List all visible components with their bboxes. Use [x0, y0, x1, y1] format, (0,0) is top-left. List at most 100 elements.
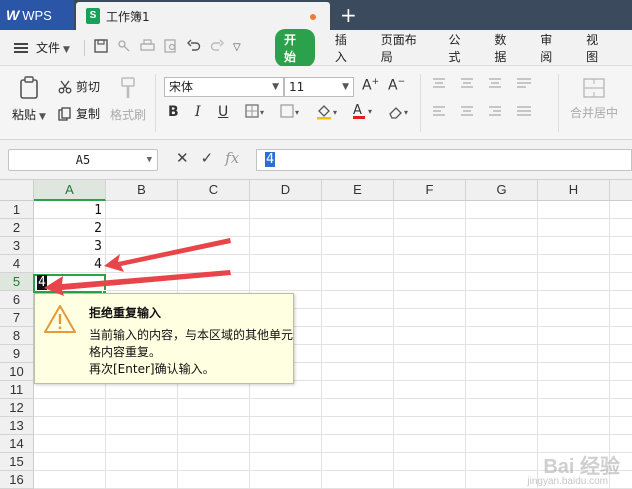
row-gridline — [34, 290, 632, 291]
hamburger-menu-icon[interactable] — [14, 42, 28, 53]
cut-button[interactable]: 剪切 — [58, 78, 100, 95]
row-header-11[interactable]: 11 — [0, 381, 34, 399]
print-icon[interactable] — [140, 38, 155, 57]
wps-home-tab[interactable]: W WPS — [0, 0, 74, 30]
font-name-select[interactable]: 宋体 ▼ — [164, 77, 284, 97]
svg-text:▾: ▾ — [404, 108, 408, 117]
row-header-10[interactable]: 10 — [0, 363, 34, 381]
align-left-icon[interactable] — [432, 106, 446, 122]
select-all-corner[interactable] — [0, 180, 34, 201]
underline-icon[interactable]: U — [218, 104, 228, 120]
format-painter-button[interactable]: 格式刷 — [110, 76, 146, 123]
customize-toolbar-icon[interactable]: ▽ — [233, 42, 241, 53]
cell-a4[interactable]: 4 — [34, 257, 105, 272]
active-cell-a5[interactable]: 4 — [33, 274, 106, 293]
print-preview-icon[interactable] — [164, 38, 178, 57]
cell-a1[interactable]: 1 — [34, 203, 105, 218]
spreadsheet-grid[interactable]: A B C D E F G H 1 2 3 4 5 6 7 8 9 10 11 12 13 14 15 16 1… — [0, 180, 632, 489]
ribbon-tabs: 开始 插入 页面布局 公式 数据 审阅 视图 — [275, 29, 632, 67]
column-header-g[interactable]: G — [466, 180, 538, 201]
cancel-icon[interactable]: ✕ — [176, 149, 189, 167]
align-bottom-icon[interactable] — [488, 78, 502, 94]
check-icon[interactable]: ✓ — [201, 149, 214, 167]
row-header-12[interactable]: 12 — [0, 399, 34, 417]
tab-formulas[interactable]: 公式 — [448, 31, 470, 65]
fill-color-icon[interactable]: ▾ — [280, 104, 302, 122]
row-gridline — [34, 236, 632, 237]
row-header-7[interactable]: 7 — [0, 309, 34, 327]
increase-font-size-icon[interactable]: A+ — [362, 77, 379, 94]
justify-icon[interactable] — [516, 106, 532, 122]
row-gridline — [34, 434, 632, 435]
svg-text:A: A — [353, 103, 362, 118]
cell-a3[interactable]: 3 — [34, 239, 105, 254]
column-header-f[interactable]: F — [394, 180, 466, 201]
column-header-b[interactable]: B — [106, 180, 178, 201]
italic-icon[interactable]: I — [195, 104, 201, 120]
copy-button[interactable]: 复制 — [58, 105, 100, 122]
column-gridline — [321, 201, 322, 489]
tooltip-message: 当前输入的内容，与本区域的其他单元 格内容重复。 再次[Enter]确认输入。 — [89, 327, 293, 378]
formula-bar: A5 ▼ ✕ ✓ fx 4 — [0, 140, 632, 180]
row-header-6[interactable]: 6 — [0, 291, 34, 309]
paint-bucket-icon[interactable]: ▾ — [316, 104, 340, 124]
font-color-icon[interactable]: A ▾ — [352, 102, 376, 124]
eraser-icon[interactable]: ▾ — [388, 104, 412, 124]
file-menu[interactable]: 文件 ▼ — [36, 39, 70, 56]
align-top-icon[interactable] — [432, 78, 446, 94]
column-header-d[interactable]: D — [250, 180, 322, 201]
row-header-5[interactable]: 5 — [0, 273, 34, 291]
column-header-e[interactable]: E — [322, 180, 394, 201]
align-right-icon[interactable] — [488, 106, 502, 122]
column-gridline — [393, 201, 394, 489]
tab-insert[interactable]: 插入 — [335, 31, 357, 65]
font-size-value: 11 — [289, 80, 305, 94]
row-gridline — [34, 218, 632, 219]
column-header-a[interactable]: A — [34, 180, 106, 201]
border-icon[interactable]: ▾ — [245, 104, 267, 122]
row-header-4[interactable]: 4 — [0, 255, 34, 273]
row-header-3[interactable]: 3 — [0, 237, 34, 255]
add-tab-button[interactable]: + — [340, 4, 357, 26]
row-header-15[interactable]: 15 — [0, 453, 34, 471]
column-gridline — [609, 201, 610, 489]
tab-page-layout[interactable]: 页面布局 — [381, 31, 425, 65]
cell-a2[interactable]: 2 — [34, 221, 105, 236]
wrap-text-icon[interactable] — [516, 78, 532, 94]
align-center-icon[interactable] — [460, 106, 474, 122]
export-icon[interactable] — [117, 39, 131, 57]
font-size-select[interactable]: 11 ▼ — [284, 77, 354, 97]
decrease-font-size-icon[interactable]: A− — [388, 77, 405, 94]
row-header-16[interactable]: 16 — [0, 471, 34, 489]
paste-button[interactable]: 粘贴 ▼ — [12, 76, 46, 123]
row-header-13[interactable]: 13 — [0, 417, 34, 435]
column-header-h[interactable]: H — [538, 180, 610, 201]
column-header-c[interactable]: C — [178, 180, 250, 201]
document-tab[interactable]: S 工作簿1 — [76, 2, 330, 30]
redo-icon[interactable] — [210, 39, 224, 57]
column-header-next[interactable] — [610, 180, 632, 201]
row-header-1[interactable]: 1 — [0, 201, 34, 219]
tab-home[interactable]: 开始 — [275, 29, 315, 67]
name-box[interactable]: A5 ▼ — [8, 149, 158, 171]
row-gridline — [34, 416, 632, 417]
undo-icon[interactable] — [186, 39, 201, 57]
chevron-down-icon: ▼ — [272, 82, 279, 92]
align-middle-icon[interactable] — [460, 78, 474, 94]
font-name-value: 宋体 — [169, 80, 194, 94]
svg-text:▾: ▾ — [295, 108, 299, 117]
insert-function-icon[interactable]: fx — [225, 149, 239, 167]
save-icon[interactable] — [94, 38, 108, 57]
tab-review[interactable]: 审阅 — [540, 31, 562, 65]
row-header-9[interactable]: 9 — [0, 345, 34, 363]
tab-view[interactable]: 视图 — [586, 31, 608, 65]
formula-input[interactable]: 4 — [256, 149, 632, 171]
tooltip-title: 拒绝重复输入 — [89, 306, 162, 320]
tab-data[interactable]: 数据 — [494, 31, 516, 65]
row-header-14[interactable]: 14 — [0, 435, 34, 453]
bold-icon[interactable]: B — [168, 104, 179, 120]
row-header-2[interactable]: 2 — [0, 219, 34, 237]
paste-label: 粘贴 ▼ — [12, 108, 46, 122]
merge-center-button[interactable]: 合并居中 — [570, 78, 618, 121]
row-header-8[interactable]: 8 — [0, 327, 34, 345]
